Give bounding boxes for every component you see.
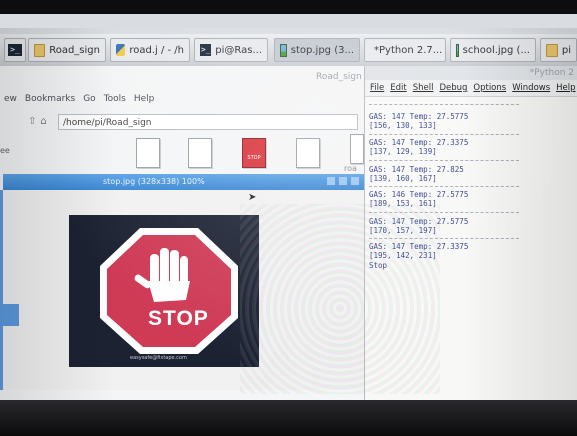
python-shell-window: *Python 2 File Edit Shell Debug Options … (364, 66, 577, 406)
file-icon[interactable] (136, 138, 160, 168)
menu-edit[interactable]: Edit (390, 83, 406, 93)
menu-help[interactable]: Help (556, 83, 575, 93)
taskbar-item-label: school.jpg (... (462, 44, 530, 56)
taskbar-item-label: pi@Ras... (215, 44, 262, 56)
mouse-cursor-icon: ➤ (248, 192, 257, 203)
window-controls (327, 177, 359, 185)
taskbar-item-road-sign[interactable]: Road_sign (28, 38, 106, 62)
output-rgb-line: [195, 142, 231] (369, 251, 437, 260)
image-credit: easysafe@fixtape.com (130, 355, 187, 361)
taskbar-item-label: Road_sign (49, 44, 100, 56)
file-label-partial: roa (344, 164, 357, 173)
taskbar-item-school-jpg[interactable]: school.jpg (... (450, 38, 536, 62)
menu-tools[interactable]: Tools (104, 94, 126, 104)
image-viewer-titlebar[interactable]: stop.jpg (328x338) 100% (3, 174, 365, 190)
file-manager-menubar: ew Bookmarks Go Tools Help (0, 94, 154, 104)
taskbar: >_ Road_sign road.j / - /h >_ pi@Ras... … (0, 34, 577, 67)
menu-options[interactable]: Options (473, 83, 506, 93)
image-icon (456, 43, 459, 57)
output-separator (369, 160, 519, 161)
output-gas-line: GAS: 146 Temp: 27.5775 (369, 190, 469, 199)
monitor-screen: >_ Road_sign road.j / - /h >_ pi@Ras... … (0, 14, 577, 406)
menu-shell[interactable]: Shell (413, 83, 434, 93)
file-icon[interactable] (296, 138, 320, 168)
stop-file-thumb-label: STOP (247, 155, 261, 161)
output-result-line: Stop (369, 261, 388, 270)
output-separator (369, 104, 519, 105)
taskbar-item-label: stop.jpg (3... (290, 44, 354, 56)
output-rgb-line: [189, 153, 161] (369, 199, 437, 208)
file-icon[interactable] (350, 134, 364, 164)
output-gas-line: GAS: 147 Temp: 27.825 (369, 165, 464, 174)
output-separator (369, 134, 519, 135)
stop-image-file-icon[interactable]: STOP (242, 138, 266, 168)
image-viewer-title: stop.jpg (328x338) 100% (103, 177, 205, 186)
output-gas-line: GAS: 147 Temp: 27.3375 (369, 138, 469, 147)
image-icon (280, 43, 287, 57)
shell-menubar: File Edit Shell Debug Options Windows He… (365, 80, 577, 97)
menu-bookmarks[interactable]: Bookmarks (25, 94, 75, 104)
file-icon[interactable] (188, 138, 212, 168)
output-rgb-line: [170, 157, 197] (369, 226, 437, 235)
close-icon[interactable] (351, 177, 359, 185)
taskbar-item-stop-jpg[interactable]: stop.jpg (3... (274, 38, 360, 62)
output-separator (369, 238, 519, 239)
folder-icon (34, 43, 46, 57)
home-icon[interactable]: ⌂ (40, 116, 46, 127)
terminal-icon: >_ (200, 44, 212, 56)
output-separator (369, 212, 519, 213)
nav-buttons: ⇧ ⌂ (28, 116, 47, 127)
output-rgb-line: [156, 130, 133] (369, 121, 437, 130)
up-arrow-icon[interactable]: ⇧ (28, 116, 36, 127)
window-title: Road_sign (316, 72, 362, 82)
taskbar-item-label: *Python 2.7... (374, 44, 443, 56)
output-separator (369, 186, 519, 187)
output-rgb-line: [139, 160, 167] (369, 174, 437, 183)
taskbar-item-road-file[interactable]: road.j / - /h (110, 38, 190, 62)
output-gas-line: GAS: 147 Temp: 27.3375 (369, 242, 469, 251)
stop-sign-octagon (100, 228, 238, 354)
maximize-icon[interactable] (339, 177, 347, 185)
minimize-icon[interactable] (327, 177, 335, 185)
output-rgb-line: [137, 129, 139] (369, 147, 437, 156)
folder-icon (546, 43, 558, 57)
menu-help[interactable]: Help (134, 94, 155, 104)
output-gas-line: GAS: 147 Temp: 27.5775 (369, 112, 469, 121)
side-pane-label: ee (0, 146, 10, 155)
desktop-edge (3, 304, 19, 326)
menu-go[interactable]: Go (83, 94, 95, 104)
taskbar-item-label: road.j / - /h (129, 44, 184, 56)
stop-sign-text: STOP (148, 307, 209, 330)
menu-file[interactable]: File (370, 83, 384, 93)
path-bar[interactable]: /home/pi/Road_sign (58, 114, 358, 130)
taskbar-item-terminal[interactable]: >_ pi@Ras... (194, 38, 268, 62)
menu-debug[interactable]: Debug (439, 83, 467, 93)
taskbar-item-python-shell[interactable]: *Python 2.7... (364, 38, 446, 62)
monitor-bezel (0, 400, 577, 436)
shell-window-title: *Python 2 (365, 66, 577, 80)
python-icon (116, 44, 126, 56)
taskbar-item-pi[interactable]: pi (540, 38, 577, 62)
menu-view[interactable]: ew (4, 94, 17, 104)
output-gas-line: GAS: 147 Temp: 27.5775 (369, 217, 469, 226)
terminal-launcher-button[interactable]: >_ (4, 38, 26, 62)
menu-windows[interactable]: Windows (512, 83, 550, 93)
terminal-icon: >_ (8, 44, 22, 56)
taskbar-item-label: pi (561, 44, 571, 56)
